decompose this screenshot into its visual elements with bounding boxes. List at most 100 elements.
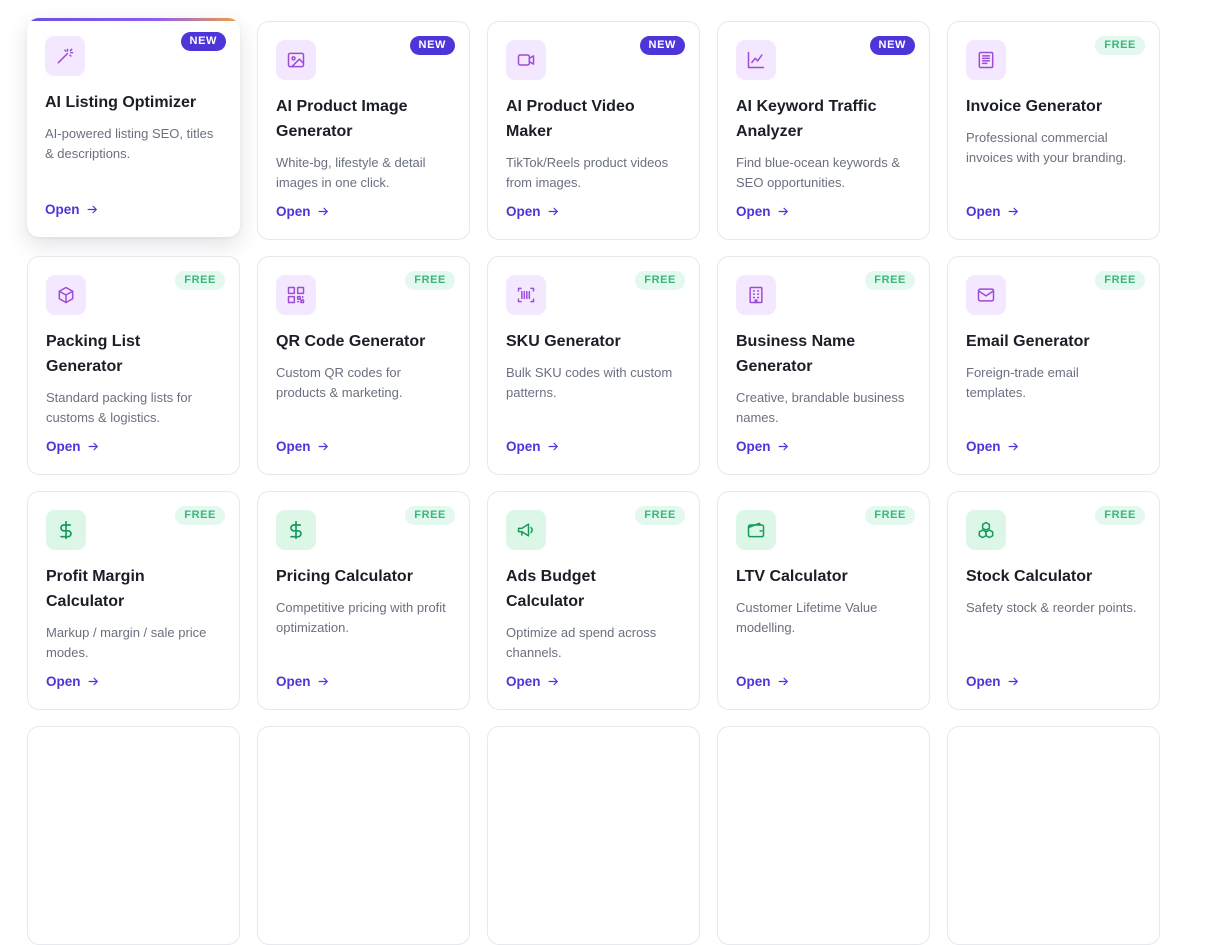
tool-card-partial[interactable]	[947, 726, 1160, 945]
free-badge: FREE	[175, 506, 225, 525]
tool-card-partial[interactable]	[487, 726, 700, 945]
open-label: Open	[736, 204, 771, 219]
tool-card-business-name-generator[interactable]: FREE Business Name Generator Creative, bra…	[717, 256, 930, 475]
tool-card-stock-calculator[interactable]: FREE Stock Calculator Safety stock & reord…	[947, 491, 1160, 710]
image-icon	[276, 40, 316, 80]
tool-card-partial[interactable]	[717, 726, 930, 945]
free-badge: FREE	[865, 506, 915, 525]
card-description: Standard packing lists for customs & log…	[46, 390, 192, 425]
arrow-right-icon	[317, 440, 330, 453]
wallet-icon	[736, 510, 776, 550]
new-badge: NEW	[180, 32, 226, 51]
card-description: Optimize ad spend across channels.	[506, 625, 657, 660]
card-title: Ads Budget Calculator	[506, 568, 596, 610]
open-link[interactable]: Open	[276, 439, 330, 454]
tool-card-partial[interactable]	[27, 726, 240, 945]
invoice-icon	[966, 40, 1006, 80]
open-link[interactable]: Open	[276, 204, 330, 219]
free-badge: FREE	[1095, 36, 1145, 55]
card-title: Invoice Generator	[966, 98, 1103, 115]
tool-card-ads-budget-calculator[interactable]: FREE Ads Budget Calculator Optimize ad spe…	[487, 491, 700, 710]
tools-grid: NEW AI Listing Optimizer AI-powered listin…	[27, 18, 1160, 945]
open-label: Open	[966, 439, 1001, 454]
open-label: Open	[966, 674, 1001, 689]
card-title: AI Keyword Traffic Analyzer	[736, 98, 877, 140]
open-link[interactable]: Open	[276, 674, 330, 689]
card-description: Professional commercial invoices with yo…	[966, 130, 1127, 165]
tool-card-ai-keyword-traffic-analyzer[interactable]: NEW AI Keyword Traffic Analyzer Find blue-…	[717, 21, 930, 240]
card-description: White-bg, lifestyle & detail images in o…	[276, 155, 426, 190]
open-link[interactable]: Open	[506, 674, 560, 689]
open-link[interactable]: Open	[506, 439, 560, 454]
card-title: Stock Calculator	[966, 568, 1093, 585]
card-description: Bulk SKU codes with custom patterns.	[506, 365, 673, 400]
tool-card-partial[interactable]	[257, 726, 470, 945]
card-description: TikTok/Reels product videos from images.	[506, 155, 669, 190]
open-label: Open	[506, 204, 541, 219]
card-title: AI Listing Optimizer	[45, 94, 197, 111]
tool-card-packing-list-generator[interactable]: FREE Packing List Generator Standard packi…	[27, 256, 240, 475]
tool-card-ai-product-image-generator[interactable]: NEW AI Product Image Generator White-bg, l…	[257, 21, 470, 240]
card-title: QR Code Generator	[276, 333, 426, 350]
card-title: Profit Margin Calculator	[46, 568, 145, 610]
tool-card-pricing-calculator[interactable]: FREE Pricing Calculator Competitive pricin…	[257, 491, 470, 710]
open-label: Open	[736, 674, 771, 689]
mail-icon	[966, 275, 1006, 315]
open-label: Open	[45, 202, 80, 217]
open-link[interactable]: Open	[736, 674, 790, 689]
card-title: Packing List Generator	[46, 333, 141, 375]
open-link[interactable]: Open	[45, 202, 99, 217]
card-description: Competitive pricing with profit optimiza…	[276, 600, 446, 635]
open-label: Open	[276, 674, 311, 689]
open-label: Open	[966, 204, 1001, 219]
free-badge: FREE	[405, 271, 455, 290]
open-link[interactable]: Open	[966, 204, 1020, 219]
arrow-right-icon	[547, 440, 560, 453]
arrow-right-icon	[1007, 440, 1020, 453]
free-badge: FREE	[175, 271, 225, 290]
tool-card-ai-listing-optimizer[interactable]: NEW AI Listing Optimizer AI-powered listin…	[27, 18, 240, 237]
chart-line-icon	[736, 40, 776, 80]
qr-code-icon	[276, 275, 316, 315]
card-description: Custom QR codes for products & marketing…	[276, 365, 403, 400]
card-title: Email Generator	[966, 333, 1090, 350]
arrow-right-icon	[87, 440, 100, 453]
open-link[interactable]: Open	[966, 439, 1020, 454]
card-description: Markup / margin / sale price modes.	[46, 625, 207, 660]
open-link[interactable]: Open	[736, 204, 790, 219]
barcode-icon	[506, 275, 546, 315]
arrow-right-icon	[547, 205, 560, 218]
arrow-right-icon	[777, 440, 790, 453]
open-link[interactable]: Open	[966, 674, 1020, 689]
card-description: Creative, brandable business names.	[736, 390, 905, 425]
open-link[interactable]: Open	[46, 674, 100, 689]
tool-card-ai-product-video-maker[interactable]: NEW AI Product Video Maker TikTok/Reels pr…	[487, 21, 700, 240]
tool-card-ltv-calculator[interactable]: FREE LTV Calculator Customer Lifetime Valu…	[717, 491, 930, 710]
open-link[interactable]: Open	[736, 439, 790, 454]
box-icon	[46, 275, 86, 315]
tool-card-profit-margin-calculator[interactable]: FREE Profit Margin Calculator Markup / mar…	[27, 491, 240, 710]
tool-card-sku-generator[interactable]: FREE SKU Generator Bulk SKU codes with cus…	[487, 256, 700, 475]
card-description: Find blue-ocean keywords & SEO opportuni…	[736, 155, 901, 190]
free-badge: FREE	[405, 506, 455, 525]
building-icon	[736, 275, 776, 315]
card-description: Customer Lifetime Value modelling.	[736, 600, 878, 635]
arrow-right-icon	[1007, 205, 1020, 218]
free-badge: FREE	[1095, 271, 1145, 290]
open-link[interactable]: Open	[46, 439, 100, 454]
open-label: Open	[276, 439, 311, 454]
open-link[interactable]: Open	[506, 204, 560, 219]
card-title: SKU Generator	[506, 333, 621, 350]
tool-card-email-generator[interactable]: FREE Email Generator Foreign-trade email t…	[947, 256, 1160, 475]
arrow-right-icon	[777, 205, 790, 218]
card-title: LTV Calculator	[736, 568, 848, 585]
new-badge: NEW	[639, 36, 685, 55]
open-label: Open	[46, 674, 81, 689]
free-badge: FREE	[635, 271, 685, 290]
arrow-right-icon	[87, 675, 100, 688]
tool-card-invoice-generator[interactable]: FREE Invoice Generator Professional commer…	[947, 21, 1160, 240]
card-description: Foreign-trade email templates.	[966, 365, 1079, 400]
tool-card-qr-code-generator[interactable]: FREE QR Code Generator Custom QR codes for…	[257, 256, 470, 475]
new-badge: NEW	[409, 36, 455, 55]
card-title: Pricing Calculator	[276, 568, 413, 585]
